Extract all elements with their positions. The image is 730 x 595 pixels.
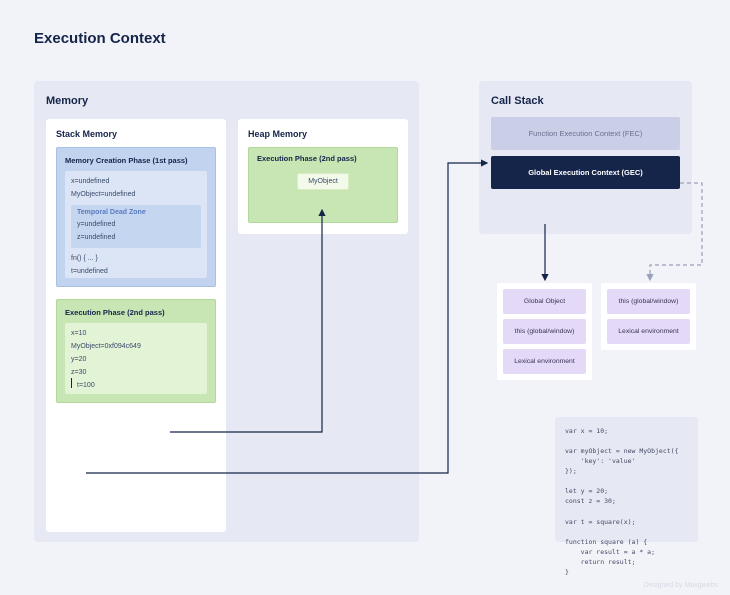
page-title: Execution Context xyxy=(34,30,166,47)
stack-memory-panel: Stack Memory Memory Creation Phase (1st … xyxy=(46,119,226,532)
exec-line: z=30 xyxy=(71,366,201,379)
callstack-panel: Call Stack Function Execution Context (F… xyxy=(479,81,692,234)
fec-slot: this (global/window) xyxy=(607,289,690,314)
stack-memory-label: Stack Memory xyxy=(56,129,216,139)
var-line: z=undefined xyxy=(77,231,195,244)
tdz-header: Temporal Dead Zone xyxy=(77,209,195,216)
gec-slot: this (global/window) xyxy=(503,319,586,344)
memory-panel: Memory Stack Memory Memory Creation Phas… xyxy=(34,81,419,542)
gec-slot: Lexical environment xyxy=(503,349,586,374)
gec-breakdown-card: Global Object this (global/window) Lexic… xyxy=(497,283,592,380)
fec-box: Function Execution Context (FEC) xyxy=(491,117,680,150)
var-line: fn() { ... } xyxy=(71,252,201,265)
var-line: x=undefined xyxy=(71,175,201,188)
memory-label: Memory xyxy=(46,95,407,107)
creation-phase-box: Memory Creation Phase (1st pass) x=undef… xyxy=(56,147,216,287)
heap-memory-label: Heap Memory xyxy=(248,129,398,139)
heap-execution-box: Execution Phase (2nd pass) MyObject xyxy=(248,147,398,223)
execution-phase-header: Execution Phase (2nd pass) xyxy=(65,308,207,317)
creation-phase-header: Memory Creation Phase (1st pass) xyxy=(65,156,207,165)
fec-breakdown-card: this (global/window) Lexical environment xyxy=(601,283,696,350)
exec-line: x=10 xyxy=(71,327,201,340)
creation-var-list: x=undefined MyObject=undefined Temporal … xyxy=(65,171,207,278)
heap-memory-panel: Heap Memory Execution Phase (2nd pass) M… xyxy=(238,119,408,234)
credit-label: Designed by Maxgwebs xyxy=(644,582,718,589)
gec-slot: Global Object xyxy=(503,289,586,314)
var-line: MyObject=undefined xyxy=(71,188,201,201)
heap-execution-header: Execution Phase (2nd pass) xyxy=(257,154,389,163)
exec-line-current: t=100 xyxy=(71,379,201,392)
callstack-label: Call Stack xyxy=(491,95,680,107)
exec-line: MyObject=0xf094c649 xyxy=(71,340,201,353)
execution-var-list: x=10 MyObject=0xf094c649 y=20 z=30 t=100 xyxy=(65,323,207,394)
fec-slot: Lexical environment xyxy=(607,319,690,344)
heap-object-chip: MyObject xyxy=(297,173,349,190)
var-line: y=undefined xyxy=(77,218,195,231)
temporal-dead-zone: Temporal Dead Zone y=undefined z=undefin… xyxy=(71,205,201,248)
execution-phase-box: Execution Phase (2nd pass) x=10 MyObject… xyxy=(56,299,216,403)
var-line: t=undefined xyxy=(71,265,201,278)
exec-line: y=20 xyxy=(71,353,201,366)
gec-box: Global Execution Context (GEC) xyxy=(491,156,680,189)
code-panel: var x = 10; var myObject = new MyObject(… xyxy=(555,417,698,542)
